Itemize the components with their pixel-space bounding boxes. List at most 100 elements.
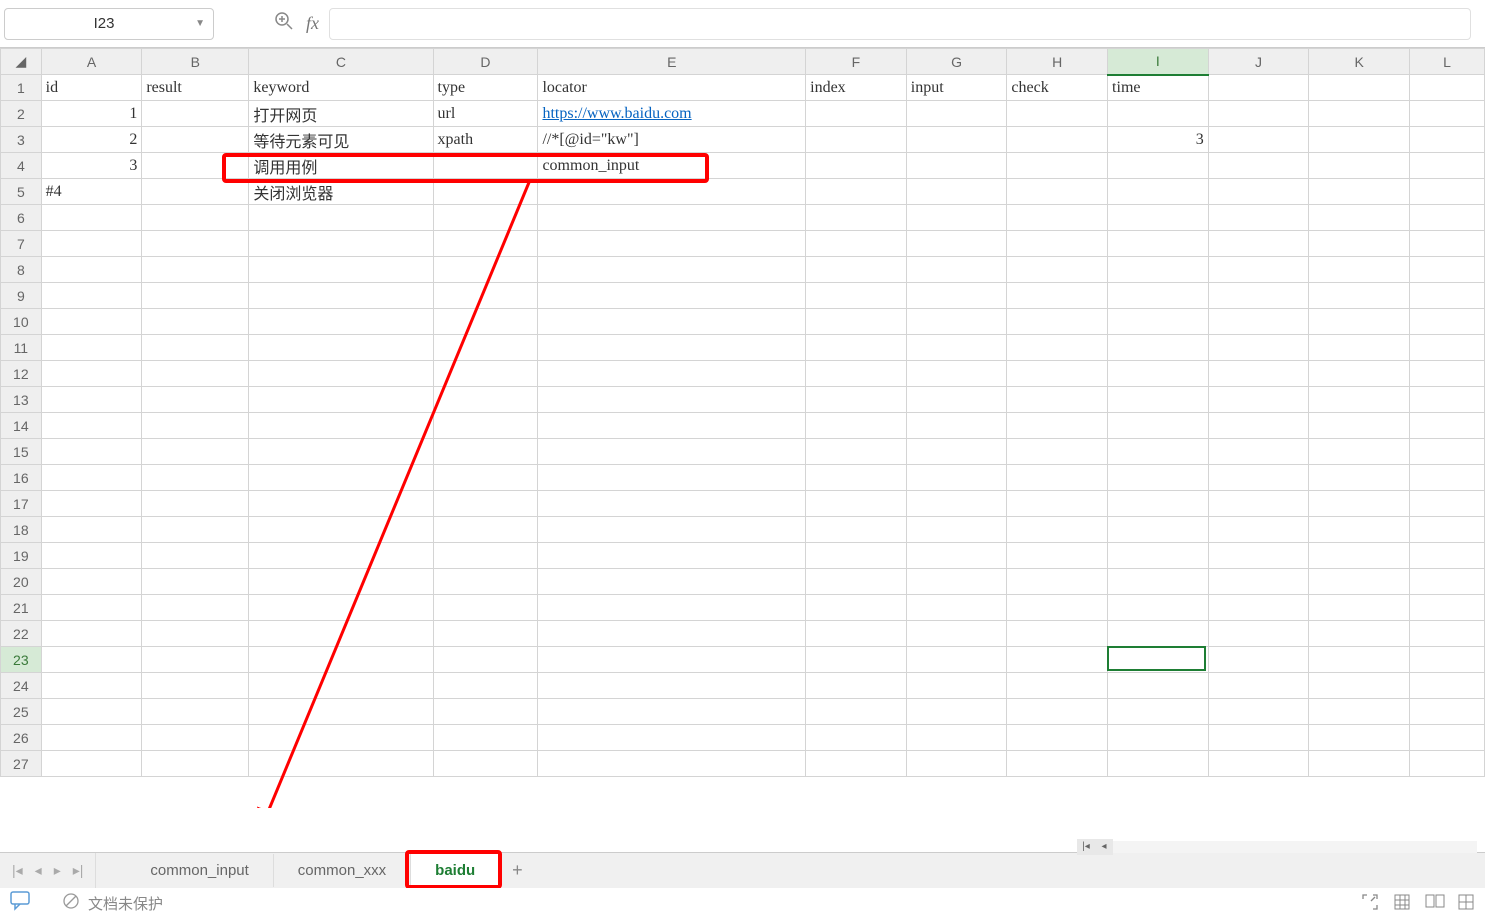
cell-K8[interactable] <box>1309 257 1410 283</box>
cell-G24[interactable] <box>906 673 1007 699</box>
cell-F10[interactable] <box>806 309 907 335</box>
cell-H14[interactable] <box>1007 413 1108 439</box>
cell-G26[interactable] <box>906 725 1007 751</box>
cell-B12[interactable] <box>142 361 249 387</box>
cell-D25[interactable] <box>433 699 538 725</box>
cell-J10[interactable] <box>1208 309 1309 335</box>
sheet-nav-next-icon[interactable]: ▸ <box>50 860 65 881</box>
cell-B6[interactable] <box>142 205 249 231</box>
cell-A21[interactable] <box>41 595 142 621</box>
row-header-24[interactable]: 24 <box>1 673 42 699</box>
cell-G14[interactable] <box>906 413 1007 439</box>
cell-L5[interactable] <box>1409 179 1484 205</box>
comment-icon[interactable] <box>10 891 32 915</box>
cell-B5[interactable] <box>142 179 249 205</box>
cell-H9[interactable] <box>1007 283 1108 309</box>
cell-H7[interactable] <box>1007 231 1108 257</box>
fx-icon[interactable]: fx <box>306 13 319 34</box>
cell-H6[interactable] <box>1007 205 1108 231</box>
cell-K14[interactable] <box>1309 413 1410 439</box>
cell-G8[interactable] <box>906 257 1007 283</box>
horizontal-scrollbar[interactable]: |◂ ◂ <box>1077 838 1477 856</box>
cell-I5[interactable] <box>1108 179 1209 205</box>
cell-J3[interactable] <box>1208 127 1309 153</box>
hscroll-track[interactable] <box>1113 841 1477 853</box>
cell-A15[interactable] <box>41 439 142 465</box>
cell-H26[interactable] <box>1007 725 1108 751</box>
cell-B22[interactable] <box>142 621 249 647</box>
cell-J17[interactable] <box>1208 491 1309 517</box>
cell-K1[interactable] <box>1309 75 1410 101</box>
cell-L8[interactable] <box>1409 257 1484 283</box>
cell-A18[interactable] <box>41 517 142 543</box>
cell-K23[interactable] <box>1309 647 1410 673</box>
cell-D16[interactable] <box>433 465 538 491</box>
cell-A23[interactable] <box>41 647 142 673</box>
cell-C14[interactable] <box>249 413 433 439</box>
cell-E9[interactable] <box>538 283 806 309</box>
row-header-15[interactable]: 15 <box>1 439 42 465</box>
cell-F14[interactable] <box>806 413 907 439</box>
cell-C3[interactable]: 等待元素可见 <box>249 127 433 153</box>
cell-F22[interactable] <box>806 621 907 647</box>
cell-G20[interactable] <box>906 569 1007 595</box>
cell-B16[interactable] <box>142 465 249 491</box>
cell-G27[interactable] <box>906 751 1007 777</box>
cell-F6[interactable] <box>806 205 907 231</box>
cell-B24[interactable] <box>142 673 249 699</box>
cell-E26[interactable] <box>538 725 806 751</box>
cell-L27[interactable] <box>1409 751 1484 777</box>
cell-F23[interactable] <box>806 647 907 673</box>
cell-F2[interactable] <box>806 101 907 127</box>
cell-K24[interactable] <box>1309 673 1410 699</box>
cell-I8[interactable] <box>1108 257 1209 283</box>
row-header-4[interactable]: 4 <box>1 153 42 179</box>
cell-E6[interactable] <box>538 205 806 231</box>
cell-F16[interactable] <box>806 465 907 491</box>
cell-J2[interactable] <box>1208 101 1309 127</box>
cell-B26[interactable] <box>142 725 249 751</box>
cell-I18[interactable] <box>1108 517 1209 543</box>
hscroll-left-icon[interactable]: |◂ <box>1077 839 1095 855</box>
cell-I27[interactable] <box>1108 751 1209 777</box>
cell-K12[interactable] <box>1309 361 1410 387</box>
cell-C15[interactable] <box>249 439 433 465</box>
cell-D2[interactable]: url <box>433 101 538 127</box>
cell-I23[interactable] <box>1108 647 1209 673</box>
formula-input[interactable] <box>329 8 1471 40</box>
cell-D7[interactable] <box>433 231 538 257</box>
cell-K17[interactable] <box>1309 491 1410 517</box>
cell-K3[interactable] <box>1309 127 1410 153</box>
column-header-G[interactable]: G <box>906 49 1007 75</box>
cell-H25[interactable] <box>1007 699 1108 725</box>
cell-C4[interactable]: 调用用例 <box>249 153 433 179</box>
column-header-L[interactable]: L <box>1409 49 1484 75</box>
cell-G22[interactable] <box>906 621 1007 647</box>
cell-K21[interactable] <box>1309 595 1410 621</box>
cell-G7[interactable] <box>906 231 1007 257</box>
cell-B25[interactable] <box>142 699 249 725</box>
cell-H11[interactable] <box>1007 335 1108 361</box>
page-layout-view-icon[interactable] <box>1425 894 1443 912</box>
sheet-nav-last-icon[interactable]: ▸| <box>69 860 88 881</box>
cell-D15[interactable] <box>433 439 538 465</box>
cell-A2[interactable]: 1 <box>41 101 142 127</box>
cell-E17[interactable] <box>538 491 806 517</box>
cell-A8[interactable] <box>41 257 142 283</box>
cell-I21[interactable] <box>1108 595 1209 621</box>
cell-B20[interactable] <box>142 569 249 595</box>
cell-H21[interactable] <box>1007 595 1108 621</box>
cell-K10[interactable] <box>1309 309 1410 335</box>
cell-C8[interactable] <box>249 257 433 283</box>
cell-B10[interactable] <box>142 309 249 335</box>
cell-E8[interactable] <box>538 257 806 283</box>
cell-I19[interactable] <box>1108 543 1209 569</box>
cell-E21[interactable] <box>538 595 806 621</box>
row-header-1[interactable]: 1 <box>1 75 42 101</box>
row-header-27[interactable]: 27 <box>1 751 42 777</box>
cell-L23[interactable] <box>1409 647 1484 673</box>
cell-K27[interactable] <box>1309 751 1410 777</box>
sheet-nav-first-icon[interactable]: |◂ <box>8 860 27 881</box>
cell-L21[interactable] <box>1409 595 1484 621</box>
fullscreen-icon[interactable] <box>1361 894 1379 912</box>
